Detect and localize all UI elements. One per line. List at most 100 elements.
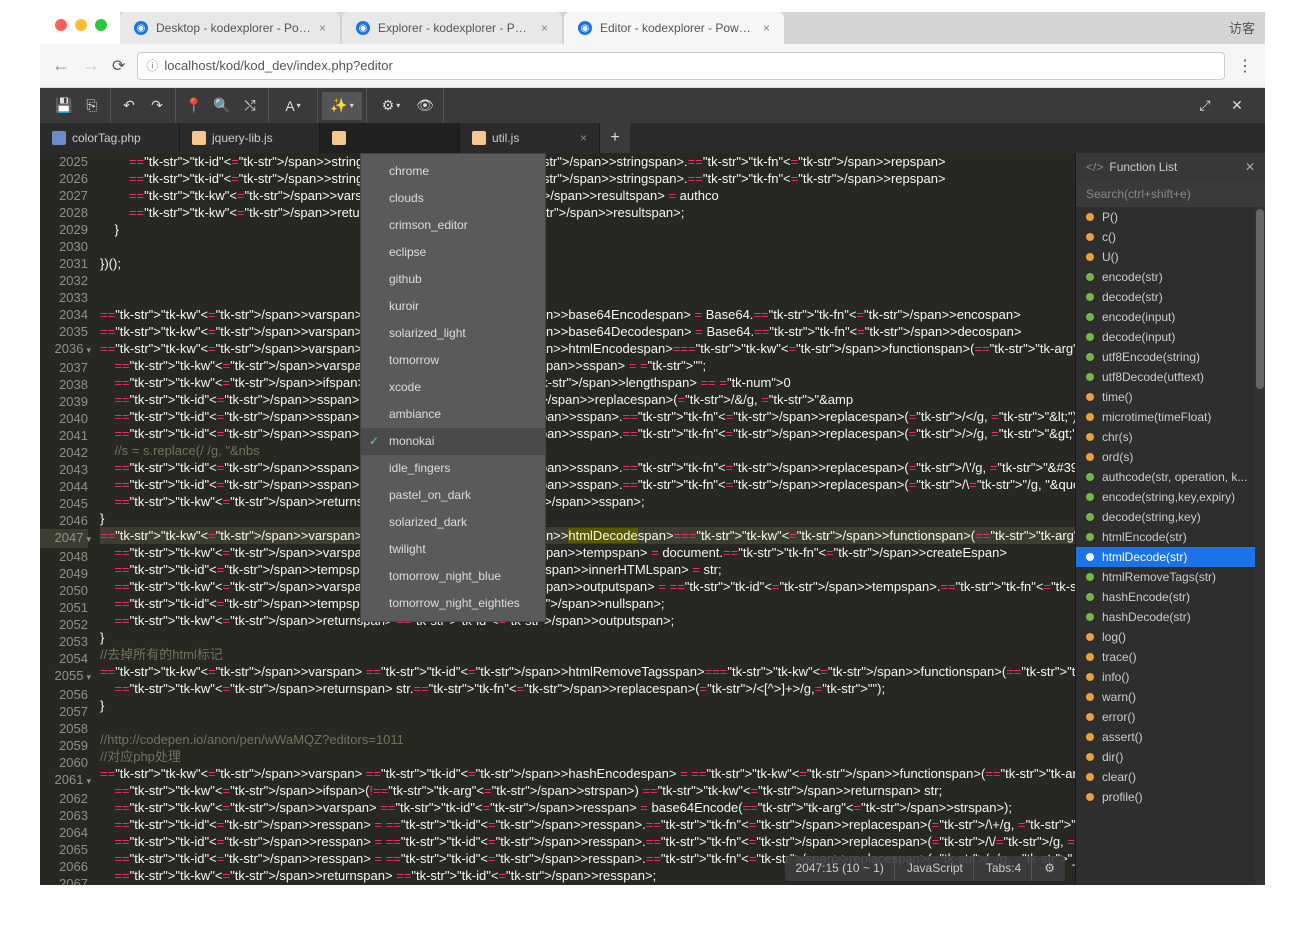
theme-option[interactable]: monokai xyxy=(361,428,545,455)
function-item[interactable]: decode(string,key) xyxy=(1076,507,1265,527)
theme-option[interactable]: solarized_light xyxy=(361,320,545,347)
copy-button[interactable]: ⎘ xyxy=(78,92,106,120)
browser-tab[interactable]: ◉ Desktop - kodexplorer - Powe × xyxy=(120,12,340,44)
function-item[interactable]: P() xyxy=(1076,207,1265,227)
browser-menu-button[interactable]: ⋮ xyxy=(1237,56,1253,76)
scrollbar-thumb[interactable] xyxy=(1256,209,1264,389)
file-tab[interactable] xyxy=(320,123,460,153)
function-dot-icon xyxy=(1086,213,1094,221)
file-tab[interactable]: jquery-lib.js xyxy=(180,123,320,153)
function-item[interactable]: profile() xyxy=(1076,787,1265,807)
theme-option[interactable]: kuroir xyxy=(361,293,545,320)
tab-close-icon[interactable]: × xyxy=(541,21,548,35)
function-item[interactable]: assert() xyxy=(1076,727,1265,747)
file-tab[interactable]: util.js× xyxy=(460,123,600,153)
preview-button[interactable]: 👁 xyxy=(411,92,439,120)
browser-tab[interactable]: ◉ Explorer - kodexplorer - Powe × xyxy=(342,12,562,44)
function-item[interactable]: utf8Decode(utftext) xyxy=(1076,367,1265,387)
theme-option[interactable]: eclipse xyxy=(361,239,545,266)
function-item[interactable]: info() xyxy=(1076,667,1265,687)
function-item[interactable]: time() xyxy=(1076,387,1265,407)
function-item[interactable]: authcode(str, operation, k... xyxy=(1076,467,1265,487)
theme-option[interactable]: idle_fingers xyxy=(361,455,545,482)
theme-option[interactable]: github xyxy=(361,266,545,293)
new-tab-button[interactable]: + xyxy=(600,123,630,153)
function-item[interactable]: decode(input) xyxy=(1076,327,1265,347)
settings-button[interactable]: ⚙▾ xyxy=(371,92,411,120)
function-item[interactable]: htmlRemoveTags(str) xyxy=(1076,567,1265,587)
status-gear-icon[interactable]: ⚙ xyxy=(1034,856,1065,881)
function-item[interactable]: hashDecode(str) xyxy=(1076,607,1265,627)
function-dot-icon xyxy=(1086,533,1094,541)
file-tab-close-icon[interactable]: × xyxy=(580,131,587,145)
search-button[interactable]: 🔍 xyxy=(208,92,236,120)
status-position[interactable]: 2047:15 (10 ~ 1) xyxy=(785,856,894,881)
function-item[interactable]: htmlDecode(str) xyxy=(1076,547,1265,567)
function-item[interactable]: utf8Encode(string) xyxy=(1076,347,1265,367)
function-list-close-icon[interactable]: ✕ xyxy=(1245,160,1255,174)
theme-option[interactable]: tomorrow_night_blue xyxy=(361,563,545,590)
code-content[interactable]: =="tk-str">"tk-id"<="tk-str">/span>>stri… xyxy=(96,153,1075,885)
theme-option[interactable]: ambiance xyxy=(361,401,545,428)
function-item[interactable]: htmlEncode(str) xyxy=(1076,527,1265,547)
back-button[interactable]: ← xyxy=(52,55,70,76)
function-item[interactable]: error() xyxy=(1076,707,1265,727)
function-list-scrollbar[interactable] xyxy=(1255,207,1265,885)
url-input[interactable]: ⓘ localhost/kod/kod_dev/index.php?editor xyxy=(137,52,1225,80)
function-item[interactable]: log() xyxy=(1076,627,1265,647)
theme-option[interactable]: tomorrow_night_eighties xyxy=(361,590,545,617)
window-close-button[interactable] xyxy=(55,19,67,31)
theme-button[interactable]: ✨▾ xyxy=(322,92,362,120)
function-item[interactable]: decode(str) xyxy=(1076,287,1265,307)
pin-button[interactable]: 📍 xyxy=(180,92,208,120)
function-item[interactable]: chr(s) xyxy=(1076,427,1265,447)
function-search-input[interactable] xyxy=(1076,181,1265,207)
save-button[interactable]: 💾 xyxy=(50,92,78,120)
function-list[interactable]: P()c()U()encode(str)decode(str)encode(in… xyxy=(1076,207,1265,885)
window-minimize-button[interactable] xyxy=(75,19,87,31)
editor-toolbar: 💾 ⎘ ↶ ↷ 📍 🔍 ⤭ A▾ ✨▾ ⚙▾ 👁 ⤢ ✕ xyxy=(40,88,1265,123)
tab-favicon: ◉ xyxy=(356,21,370,35)
theme-option[interactable]: solarized_dark xyxy=(361,509,545,536)
function-item[interactable]: U() xyxy=(1076,247,1265,267)
mac-window-controls xyxy=(55,19,107,31)
tab-close-icon[interactable]: × xyxy=(763,21,770,35)
function-item[interactable]: microtime(timeFloat) xyxy=(1076,407,1265,427)
function-name: decode(input) xyxy=(1102,330,1175,344)
tab-close-icon[interactable]: × xyxy=(319,21,326,35)
status-tabs[interactable]: Tabs:4 xyxy=(976,856,1032,881)
theme-option[interactable]: pastel_on_dark xyxy=(361,482,545,509)
function-item[interactable]: trace() xyxy=(1076,647,1265,667)
status-language[interactable]: JavaScript xyxy=(897,856,974,881)
theme-option[interactable]: xcode xyxy=(361,374,545,401)
forward-button[interactable]: → xyxy=(82,55,100,76)
undo-button[interactable]: ↶ xyxy=(115,92,143,120)
function-item[interactable]: encode(input) xyxy=(1076,307,1265,327)
redo-button[interactable]: ↷ xyxy=(143,92,171,120)
function-item[interactable]: warn() xyxy=(1076,687,1265,707)
function-item[interactable]: clear() xyxy=(1076,767,1265,787)
shuffle-button[interactable]: ⤭ xyxy=(236,92,264,120)
site-info-icon[interactable]: ⓘ xyxy=(146,57,158,74)
theme-dropdown[interactable]: chromecloudscrimson_editoreclipsegithubk… xyxy=(360,153,546,622)
close-panel-button[interactable]: ✕ xyxy=(1223,92,1251,120)
function-item[interactable]: c() xyxy=(1076,227,1265,247)
function-item[interactable]: encode(str) xyxy=(1076,267,1265,287)
theme-option[interactable]: clouds xyxy=(361,185,545,212)
theme-option[interactable]: chrome xyxy=(361,158,545,185)
function-item[interactable]: dir() xyxy=(1076,747,1265,767)
browser-tab[interactable]: ◉ Editor - kodexplorer - Powered × xyxy=(564,12,784,44)
guest-label[interactable]: 访客 xyxy=(1229,18,1255,37)
expand-button[interactable]: ⤢ xyxy=(1191,92,1219,120)
theme-option[interactable]: crimson_editor xyxy=(361,212,545,239)
window-maximize-button[interactable] xyxy=(95,19,107,31)
function-item[interactable]: ord(s) xyxy=(1076,447,1265,467)
reload-button[interactable]: ⟳ xyxy=(112,56,125,76)
theme-option[interactable]: twilight xyxy=(361,536,545,563)
function-item[interactable]: encode(string,key,expiry) xyxy=(1076,487,1265,507)
code-editor[interactable]: 2025202620272028202920302031203220332034… xyxy=(40,153,1075,885)
font-button[interactable]: A▾ xyxy=(273,92,313,120)
theme-option[interactable]: tomorrow xyxy=(361,347,545,374)
function-item[interactable]: hashEncode(str) xyxy=(1076,587,1265,607)
file-tab[interactable]: colorTag.php xyxy=(40,123,180,153)
